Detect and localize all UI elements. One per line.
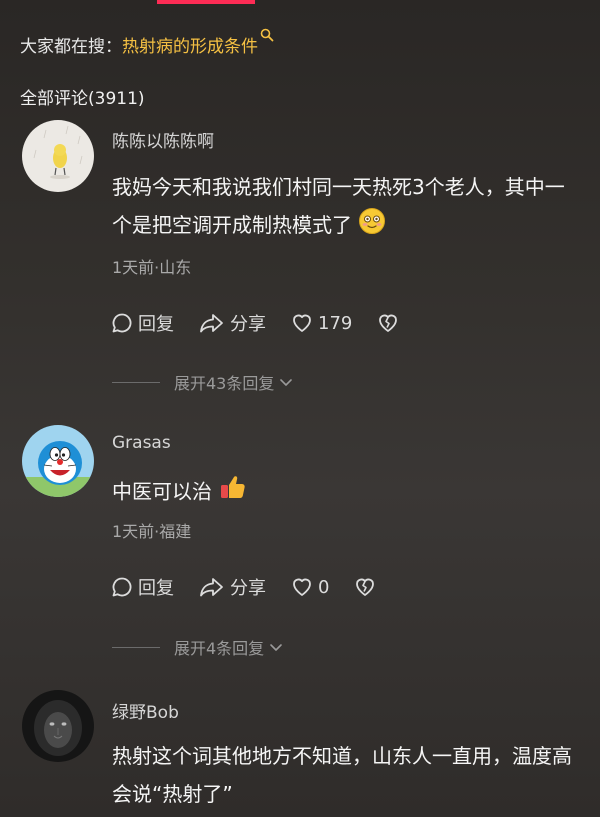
active-tab-indicator xyxy=(157,0,255,4)
share-button[interactable]: 分享 xyxy=(198,574,266,600)
avatar[interactable] xyxy=(22,690,94,762)
divider-line xyxy=(112,646,160,648)
avatar[interactable] xyxy=(22,120,94,192)
search-suggestion[interactable]: 大家都在搜：热射病的形成条件 xyxy=(20,28,274,57)
heart-icon xyxy=(293,314,311,332)
share-label: 分享 xyxy=(230,578,266,599)
comment-meta: 1天前·山东 xyxy=(112,258,192,277)
share-button[interactable]: 分享 xyxy=(198,310,266,336)
search-icon xyxy=(260,28,274,42)
reply-label: 回复 xyxy=(138,578,174,599)
like-button[interactable]: 179 xyxy=(290,311,352,335)
comment-text-body: 中医可以治 xyxy=(112,479,212,504)
comment-text: 中医可以治 xyxy=(112,472,582,514)
reply-button[interactable]: 回复 xyxy=(110,574,174,600)
comment-meta: 1天前·福建 xyxy=(112,522,192,541)
comment-text: 热射这个词其他地方不知道，山东人一直用，温度高会说“热射了” xyxy=(112,744,572,806)
reply-label: 回复 xyxy=(138,314,174,335)
avatar[interactable] xyxy=(22,425,94,497)
comment-actions: 回复 分享 179 xyxy=(110,310,428,336)
thumbs-up-icon xyxy=(218,472,248,514)
reply-button[interactable]: 回复 xyxy=(110,310,174,336)
like-count: 179 xyxy=(318,312,353,334)
chevron-down-icon xyxy=(270,644,282,651)
smiling-face-emoji-icon xyxy=(358,207,386,247)
chevron-down-icon xyxy=(280,379,293,386)
like-button[interactable]: 0 xyxy=(290,575,329,599)
dislike-button[interactable] xyxy=(376,311,404,335)
search-keyword[interactable]: 热射病的形成条件 xyxy=(122,37,258,57)
like-count: 0 xyxy=(318,576,330,598)
share-icon xyxy=(200,314,223,333)
divider-line xyxy=(112,381,160,383)
comment-username[interactable]: 绿野Bob xyxy=(112,698,179,723)
expand-replies-label: 展开43条回复 xyxy=(174,374,275,393)
search-prefix: 大家都在搜： xyxy=(20,37,122,57)
reply-icon xyxy=(112,577,132,597)
share-icon xyxy=(200,578,223,597)
comment-actions: 回复 分享 0 xyxy=(110,574,405,600)
comment-username[interactable]: 陈陈以陈陈啊 xyxy=(112,127,214,152)
reply-icon xyxy=(112,313,132,333)
broken-heart-icon xyxy=(379,314,398,332)
comment-text: 我妈今天和我说我们村同一天热死3个老人，其中一个是把空调开成制热模式了 xyxy=(112,168,582,247)
dislike-button[interactable] xyxy=(353,575,381,599)
comment-text-body: 我妈今天和我说我们村同一天热死3个老人，其中一个是把空调开成制热模式了 xyxy=(112,175,565,237)
expand-replies-label: 展开4条回复 xyxy=(174,639,265,658)
comments-count-title: 全部评论(3911) xyxy=(20,89,145,109)
share-label: 分享 xyxy=(230,314,266,335)
comment-username[interactable]: Grasas xyxy=(112,433,171,453)
expand-replies-button[interactable]: 展开4条回复 xyxy=(112,635,284,659)
broken-heart-icon xyxy=(356,578,375,596)
expand-replies-button[interactable]: 展开43条回复 xyxy=(112,370,294,394)
heart-icon xyxy=(293,578,311,596)
